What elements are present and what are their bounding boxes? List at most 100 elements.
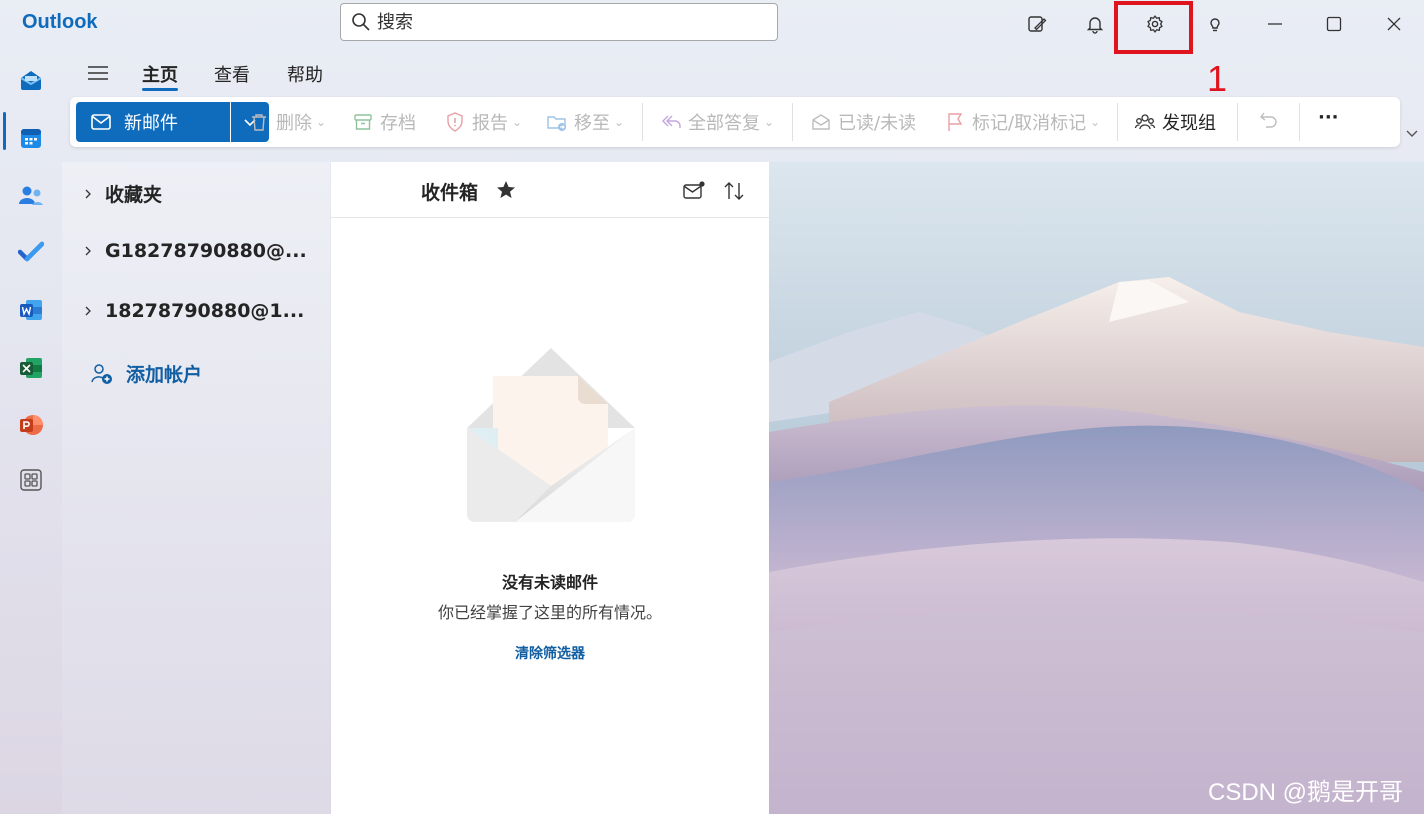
archive-button[interactable]: 存档 — [352, 109, 416, 135]
hamburger-icon — [88, 66, 108, 80]
watermark-text: CSDN @鹅是开哥 — [1208, 779, 1404, 806]
chevron-right-icon — [85, 189, 91, 198]
ribbon-divider — [1117, 103, 1118, 141]
more-button[interactable]: ··· — [1318, 107, 1339, 128]
chevron-right-icon — [85, 246, 91, 256]
minimize-button[interactable] — [1259, 8, 1291, 40]
star-icon[interactable] — [495, 179, 517, 201]
add-person-icon — [91, 363, 112, 384]
archive-icon — [354, 114, 372, 130]
mail-icon — [20, 71, 42, 90]
folder-account-2[interactable]: 18278790880@1... — [82, 300, 304, 322]
reply-all-label: 全部答复 — [688, 113, 760, 134]
search-box[interactable] — [340, 3, 778, 41]
tips-button[interactable] — [1199, 8, 1231, 40]
discover-groups-label: 发现组 — [1162, 113, 1216, 134]
tab-view[interactable]: 查看 — [214, 61, 250, 87]
folder-account-1[interactable]: G18278790880@... — [82, 240, 307, 262]
rail-active-indicator — [3, 112, 6, 150]
ribbon-toolbar: 新邮件 删除 ⌄ 存档 报告 ⌄ 移至 ⌄ 全部答复 ⌄ 已读/未读 标记/取消标记 ⌄ … — [70, 97, 1400, 147]
compose-notes-icon — [1028, 16, 1047, 32]
rail-excel[interactable] — [15, 352, 47, 384]
tab-help[interactable]: 帮助 — [287, 61, 323, 87]
move-to-label: 移至 — [574, 113, 610, 134]
chevron-down-icon: ⌄ — [1090, 115, 1101, 129]
apps-icon — [20, 469, 42, 491]
message-list-header: 收件箱 — [331, 162, 769, 218]
folder-label: 18278790880@1... — [105, 300, 305, 322]
filter-unread-icon[interactable] — [682, 179, 706, 203]
reading-pane — [769, 162, 1424, 814]
undo-icon — [1260, 112, 1277, 128]
folder-pane: 收藏夹 G18278790880@... 18278790880@1... 添加… — [62, 162, 330, 814]
folder-label: G18278790880@... — [105, 240, 307, 262]
ribbon-divider — [1237, 103, 1238, 141]
undo-button[interactable] — [1258, 109, 1286, 131]
flag-icon — [948, 113, 963, 131]
ribbon-divider — [792, 103, 793, 141]
envelope-open-icon — [812, 114, 830, 130]
reply-all-icon — [662, 115, 681, 128]
compose-notes-button[interactable] — [1021, 8, 1053, 40]
todo-icon — [18, 241, 44, 262]
people-icon — [19, 186, 43, 205]
rail-word[interactable] — [15, 294, 47, 326]
ribbon-divider — [1299, 103, 1300, 141]
app-title: Outlook — [22, 11, 98, 33]
desert-landscape-image — [769, 162, 1424, 814]
sort-icon[interactable] — [722, 179, 746, 203]
ribbon-divider — [642, 103, 643, 141]
envelope-icon — [91, 114, 111, 130]
ribbon-expand-icon[interactable] — [1405, 126, 1419, 140]
tab-home[interactable]: 主页 — [142, 61, 178, 87]
folder-label: 收藏夹 — [105, 184, 163, 206]
notifications-button[interactable] — [1079, 8, 1111, 40]
rail-people[interactable] — [15, 180, 47, 212]
read-unread-label: 已读/未读 — [838, 113, 917, 134]
read-unread-button[interactable]: 已读/未读 — [810, 109, 916, 135]
bell-icon — [1086, 17, 1104, 34]
chevron-down-icon: ⌄ — [316, 115, 327, 129]
new-mail-button[interactable]: 新邮件 — [76, 102, 230, 142]
clear-filter-link[interactable]: 清除筛选器 — [331, 643, 769, 663]
nav-menu-button[interactable] — [86, 62, 110, 84]
report-label: 报告 — [472, 113, 508, 134]
discover-groups-button[interactable]: 发现组 — [1134, 109, 1216, 135]
lightbulb-icon — [1210, 18, 1220, 32]
rail-todo[interactable] — [15, 236, 47, 268]
flag-button[interactable]: 标记/取消标记 ⌄ — [944, 109, 1100, 135]
close-icon — [1387, 17, 1401, 31]
rail-powerpoint[interactable] — [15, 409, 47, 441]
reply-all-button[interactable]: 全部答复 ⌄ — [660, 109, 774, 135]
trash-icon — [252, 114, 266, 131]
chevron-down-icon: ⌄ — [764, 115, 775, 129]
search-icon — [352, 13, 370, 31]
maximize-button[interactable] — [1318, 8, 1350, 40]
close-button[interactable] — [1378, 8, 1410, 40]
tab-active-indicator — [142, 88, 178, 91]
rail-apps[interactable] — [15, 464, 47, 496]
chevron-down-icon: ⌄ — [512, 115, 523, 129]
word-icon — [20, 300, 42, 320]
calendar-icon — [21, 129, 41, 148]
delete-button[interactable]: 删除 ⌄ — [248, 109, 326, 135]
empty-inbox-illustration — [467, 348, 635, 522]
move-to-button[interactable]: 移至 ⌄ — [546, 109, 624, 135]
new-mail-label: 新邮件 — [124, 113, 178, 134]
delete-label: 删除 — [276, 113, 312, 134]
search-input[interactable] — [377, 11, 757, 33]
add-account-button[interactable]: 添加帐户 — [90, 360, 202, 387]
rail-mail[interactable] — [15, 64, 47, 96]
group-icon — [1134, 114, 1156, 130]
shield-icon — [447, 112, 463, 132]
folder-favorites[interactable]: 收藏夹 — [82, 180, 162, 207]
maximize-icon — [1326, 16, 1342, 32]
folder-move-icon — [547, 116, 566, 131]
inbox-title: 收件箱 — [421, 182, 479, 204]
chevron-right-icon — [85, 306, 91, 316]
settings-highlight-box — [1114, 1, 1193, 54]
app-rail — [0, 50, 62, 814]
rail-calendar[interactable] — [15, 122, 47, 154]
report-button[interactable]: 报告 ⌄ — [444, 109, 522, 135]
empty-state-title: 没有未读邮件 — [501, 573, 598, 592]
